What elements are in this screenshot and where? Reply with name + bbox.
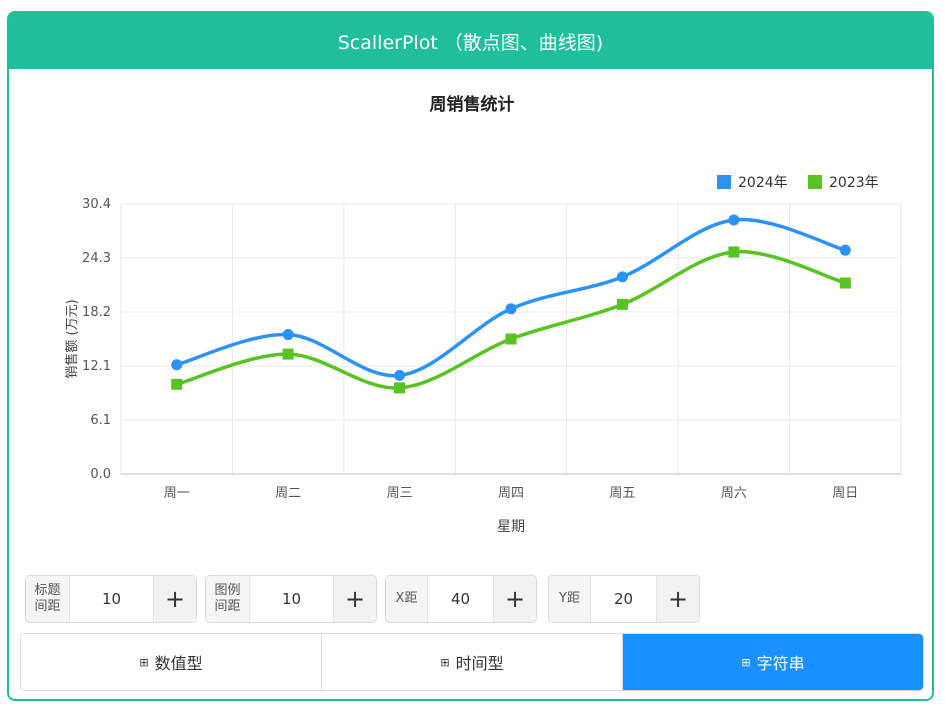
y-distance-label: Y距 bbox=[549, 576, 591, 622]
legend-label: 2024年 bbox=[738, 175, 788, 191]
tab-time[interactable]: ⊞ 时间型 bbox=[321, 634, 622, 690]
x-distance-input[interactable]: 40 bbox=[428, 576, 493, 622]
title-spacing-input[interactable]: 10 bbox=[70, 576, 153, 622]
data-point bbox=[728, 246, 740, 258]
legend-spacing-control: 图例 间距 10 + bbox=[205, 575, 377, 623]
data-point bbox=[171, 378, 183, 390]
grid-icon: ⊞ bbox=[440, 655, 450, 669]
legend-swatch bbox=[808, 175, 822, 189]
x-distance-increment-button[interactable]: + bbox=[493, 576, 536, 622]
data-point bbox=[616, 298, 628, 310]
data-point bbox=[282, 348, 294, 360]
plot-card: ScallerPlot （散点图、曲线图) 周销售统计 0.0 6.1 12.1 18.… bbox=[7, 11, 934, 701]
data-point bbox=[171, 359, 183, 371]
series-line bbox=[176, 217, 846, 378]
data-point bbox=[282, 329, 294, 341]
y-distance-control: Y距 20 + bbox=[548, 575, 700, 623]
header-title: ScallerPlot （散点图、曲线图) bbox=[337, 31, 604, 54]
legend-swatch bbox=[717, 175, 731, 189]
tab-string[interactable]: ⊞ 字符串 bbox=[622, 634, 923, 690]
legend-spacing-increment-button[interactable]: + bbox=[333, 576, 376, 622]
x-tick-label: 周六 bbox=[721, 486, 747, 501]
x-tick-label: 周二 bbox=[275, 486, 301, 501]
grid-icon: ⊞ bbox=[741, 655, 751, 669]
y-tick-label: 12.1 bbox=[82, 359, 111, 374]
y-tick-label: 0.0 bbox=[90, 467, 111, 482]
y-axis-label: 销售额 (万元) bbox=[64, 299, 80, 378]
x-tick-label: 周四 bbox=[498, 486, 524, 501]
x-tick-label: 周三 bbox=[387, 486, 413, 501]
x-tick-label: 周日 bbox=[832, 486, 858, 501]
tab-time-label: 时间型 bbox=[455, 654, 504, 673]
y-tick-label: 24.3 bbox=[82, 251, 111, 266]
data-point bbox=[839, 277, 851, 289]
data-point bbox=[394, 382, 406, 394]
line-chart: 周销售统计 0.0 6.1 12.1 18.2 24.3 30.4 周一 周二 周三 周四 周五 周六 周… bbox=[64, 94, 902, 535]
card-header: ScallerPlot （散点图、曲线图) bbox=[9, 13, 932, 69]
y-distance-increment-button[interactable]: + bbox=[656, 576, 699, 622]
data-point bbox=[394, 369, 406, 381]
title-spacing-increment-button[interactable]: + bbox=[153, 576, 196, 622]
title-spacing-control: 标题 间距 10 + bbox=[25, 575, 197, 623]
data-point bbox=[839, 244, 851, 256]
series-line bbox=[176, 250, 846, 390]
legend-spacing-label: 图例 间距 bbox=[206, 576, 250, 622]
data-point bbox=[616, 271, 628, 283]
grid-icon: ⊞ bbox=[139, 655, 149, 669]
data-point bbox=[505, 303, 517, 315]
x-axis-label: 星期 bbox=[497, 519, 525, 535]
legend-label: 2023年 bbox=[829, 175, 879, 191]
x-distance-control: X距 40 + bbox=[385, 575, 537, 623]
x-tick-label: 周五 bbox=[609, 486, 635, 501]
chart-title: 周销售统计 bbox=[430, 94, 515, 115]
tab-numeric-label: 数值型 bbox=[154, 654, 203, 673]
tab-numeric[interactable]: ⊞ 数值型 bbox=[21, 634, 321, 690]
tab-string-label: 字符串 bbox=[756, 654, 805, 673]
y-distance-input[interactable]: 20 bbox=[591, 576, 656, 622]
y-tick-label: 18.2 bbox=[82, 305, 111, 320]
x-distance-label: X距 bbox=[386, 576, 428, 622]
y-tick-label: 30.4 bbox=[82, 197, 111, 212]
y-tick-label: 6.1 bbox=[90, 413, 111, 428]
title-spacing-label: 标题 间距 bbox=[26, 576, 70, 622]
data-point bbox=[505, 333, 517, 345]
data-type-tabs: ⊞ 数值型 ⊞ 时间型 ⊞ 字符串 bbox=[20, 633, 924, 691]
x-tick-label: 周一 bbox=[164, 486, 190, 501]
data-point bbox=[728, 214, 740, 226]
legend-spacing-input[interactable]: 10 bbox=[250, 576, 333, 622]
